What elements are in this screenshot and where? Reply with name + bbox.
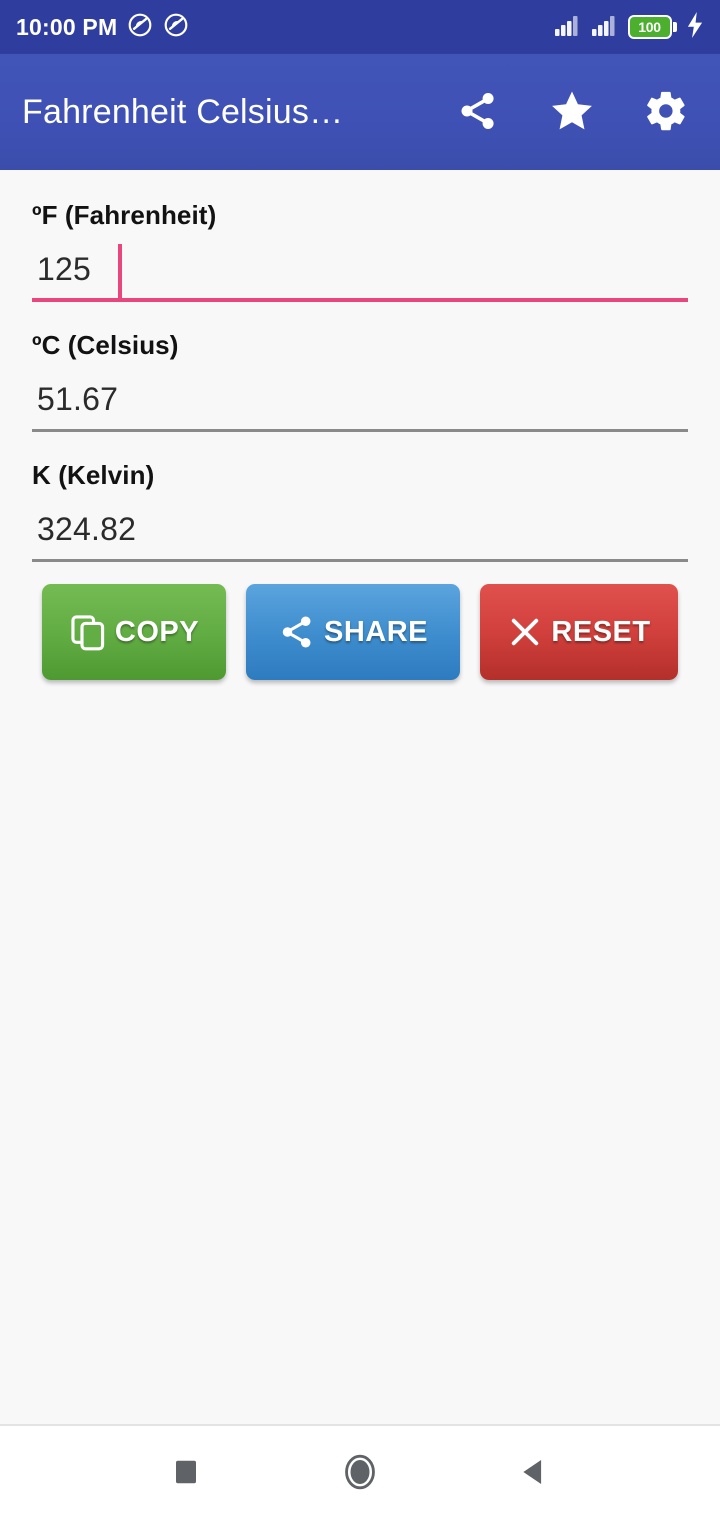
home-button[interactable] [329,1442,391,1504]
gear-icon [643,88,689,137]
copy-button-label: COPY [114,615,200,648]
app-screen: 10:00 PM 100 Fahrenheit Celsius… ºF (Fah… [0,0,720,1520]
signal-bars-icon [554,13,582,42]
status-bar-right: 100 [554,11,705,43]
close-x-icon [507,614,543,650]
status-clock: 10:00 PM [16,13,118,40]
celsius-input[interactable]: 51.67 [32,376,688,432]
celsius-label: ºC (Celsius) [32,330,179,360]
app-bar: Fahrenheit Celsius… [0,54,720,170]
share-button-label: SHARE [323,615,428,648]
copy-icon [69,613,107,651]
recents-button[interactable] [155,1442,217,1504]
kelvin-underline [32,559,688,562]
converter-form: ºF (Fahrenheit) 125 ºC (Celsius) 51.67 K… [0,170,720,1424]
celsius-field-block: ºC (Celsius) 51.67 [0,302,720,432]
fahrenheit-underline [32,298,688,302]
battery-icon: 100 [627,15,677,39]
fahrenheit-value: 125 [37,251,91,287]
action-button-row: COPY SHARE RESET [0,562,720,680]
square-icon [171,1457,201,1490]
charging-bolt-icon [686,11,704,43]
kelvin-input[interactable]: 324.82 [32,506,688,562]
status-bar-left: 10:00 PM [16,12,189,43]
triangle-left-icon [517,1455,551,1492]
share-icon [456,89,500,136]
system-nav-bar [0,1426,720,1520]
settings-button[interactable] [640,86,692,138]
share-button-main[interactable]: SHARE [246,584,460,680]
fahrenheit-input[interactable]: 125 [32,244,688,302]
kelvin-label: K (Kelvin) [32,460,155,490]
reset-button-label: RESET [551,615,651,648]
fahrenheit-field-block: ºF (Fahrenheit) 125 [0,170,720,302]
kelvin-value: 324.82 [37,511,137,547]
circle-icon [341,1453,379,1494]
fahrenheit-label: ºF (Fahrenheit) [32,200,217,230]
share-icon [278,613,316,651]
signal-bars-icon [591,13,619,42]
reset-button[interactable]: RESET [480,584,678,680]
celsius-value: 51.67 [37,381,119,417]
star-icon [549,88,595,137]
status-bar: 10:00 PM 100 [0,0,720,54]
kelvin-field-block: K (Kelvin) 324.82 [0,432,720,562]
dnd-icon [127,12,153,43]
page-title: Fahrenheit Celsius… [22,92,344,131]
dnd-icon [163,12,189,43]
favorite-button[interactable] [546,86,598,138]
back-button[interactable] [503,1442,565,1504]
copy-button[interactable]: COPY [42,584,226,680]
text-caret [118,244,122,298]
app-bar-actions [452,86,698,138]
celsius-underline [32,429,688,432]
share-button[interactable] [452,86,504,138]
battery-level-text: 100 [638,19,661,35]
